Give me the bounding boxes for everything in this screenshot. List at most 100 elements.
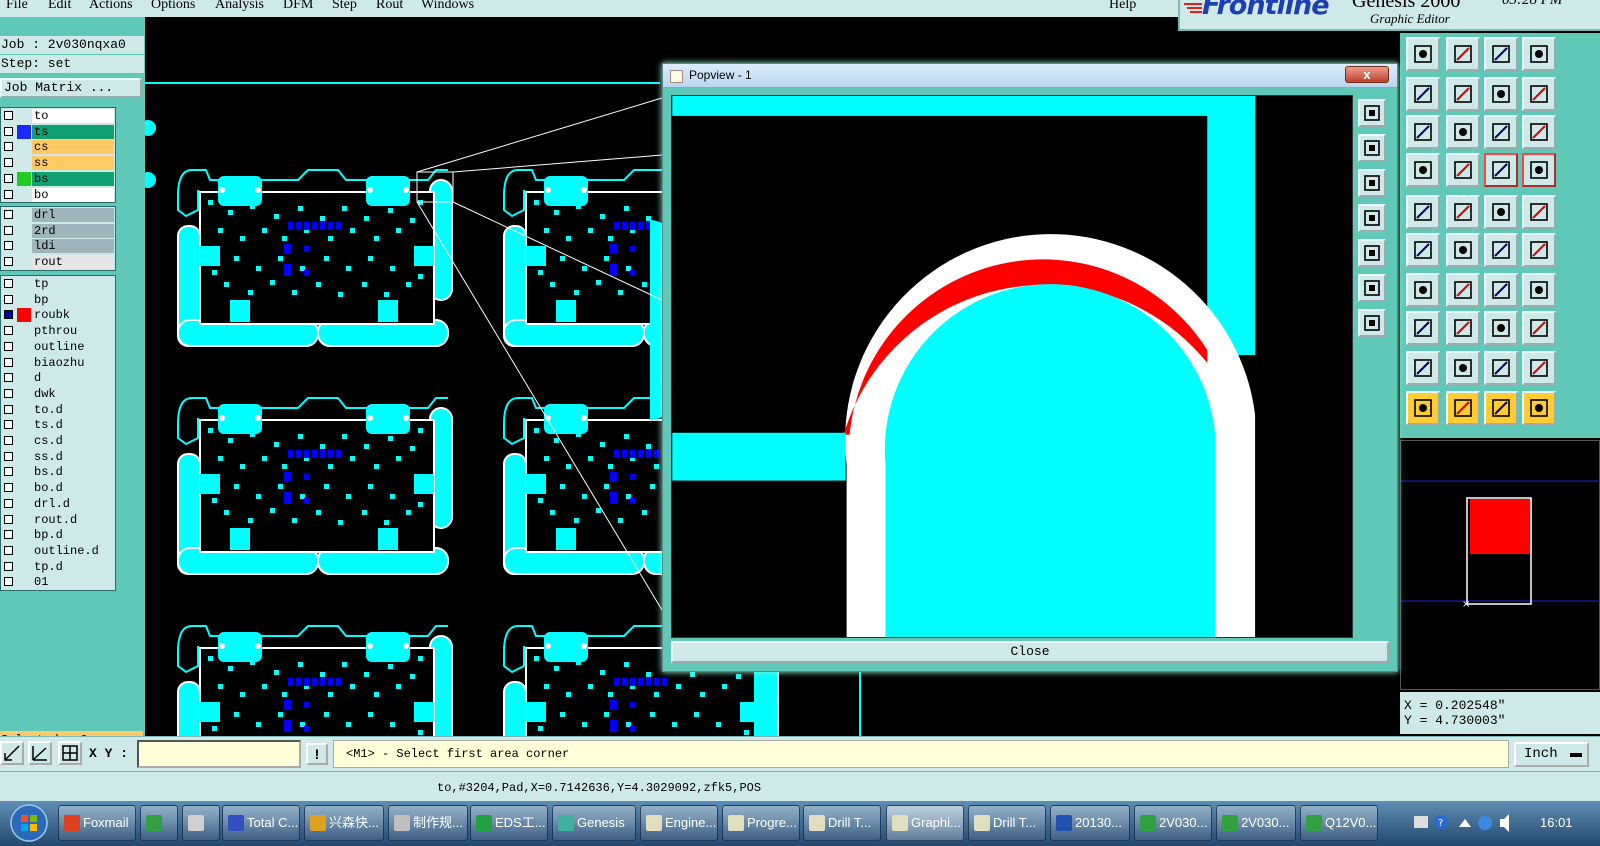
- home-icon[interactable]: [1484, 37, 1518, 71]
- popview-titlebar[interactable]: Popview - 1 x: [663, 64, 1397, 88]
- properties-icon[interactable]: [1406, 153, 1440, 187]
- warning-button[interactable]: !: [306, 743, 328, 765]
- layer-checkbox[interactable]: [4, 142, 13, 152]
- layer-row[interactable]: rout.d: [1, 512, 115, 528]
- layer-checkbox[interactable]: [4, 373, 13, 383]
- menu-actions[interactable]: Actions: [89, 0, 133, 13]
- layer-row[interactable]: bs: [1, 171, 115, 187]
- taskbar-item[interactable]: [140, 805, 178, 841]
- layer-row[interactable]: cs.d: [1, 433, 115, 449]
- layer-name[interactable]: to.d: [32, 402, 114, 417]
- layer-checkbox[interactable]: [4, 257, 13, 267]
- layer-name[interactable]: to: [32, 109, 114, 123]
- snap-icon[interactable]: [1484, 153, 1518, 187]
- layer-row[interactable]: dwk: [1, 386, 115, 402]
- measure-icon[interactable]: [28, 741, 52, 765]
- popview-close-button[interactable]: Close: [671, 641, 1389, 663]
- xy-input[interactable]: [137, 740, 301, 768]
- layer-name[interactable]: drl: [32, 208, 114, 222]
- layer-checkbox[interactable]: [4, 158, 13, 168]
- layer-row[interactable]: bp.d: [1, 527, 115, 543]
- layer-checkbox[interactable]: [4, 326, 13, 336]
- zoom-in-icon[interactable]: [1358, 99, 1386, 127]
- layer-name[interactable]: rout.d: [32, 512, 114, 527]
- layer-checkbox[interactable]: [4, 530, 13, 540]
- triangle-alt-icon[interactable]: [1446, 351, 1480, 385]
- layer-name[interactable]: ts: [32, 124, 114, 139]
- select-icon[interactable]: [1406, 391, 1440, 425]
- layer-row[interactable]: bo.d: [1, 480, 115, 496]
- pan-down-icon[interactable]: [1358, 169, 1386, 197]
- taskbar-item[interactable]: Total C...: [222, 805, 300, 841]
- layer-name[interactable]: 2rd: [32, 223, 114, 238]
- popview-zoom-view[interactable]: [671, 95, 1353, 638]
- menu-windows[interactable]: Windows: [421, 0, 474, 13]
- layer-checkbox[interactable]: [4, 310, 13, 320]
- layer-row[interactable]: ts.d: [1, 417, 115, 433]
- zoom-fit-icon[interactable]: [1406, 115, 1440, 149]
- layer-row[interactable]: ldi: [1, 238, 115, 254]
- layer-name[interactable]: rout: [32, 255, 114, 270]
- line-select-icon[interactable]: [1446, 311, 1480, 345]
- taskbar-item[interactable]: Engine...: [640, 805, 718, 841]
- layer-color-swatch[interactable]: [17, 434, 31, 448]
- measure-box-icon[interactable]: [1484, 311, 1518, 345]
- taskbar-item[interactable]: Foxmail: [58, 805, 136, 841]
- layer-name[interactable]: bp: [32, 292, 114, 307]
- layer-row[interactable]: to: [1, 108, 115, 124]
- layer-name[interactable]: cs.d: [32, 434, 114, 448]
- layer-row[interactable]: 2rd: [1, 223, 115, 239]
- layer-color-swatch[interactable]: [17, 208, 31, 222]
- pan-right-icon[interactable]: [1358, 239, 1386, 267]
- help-icon[interactable]: [1522, 115, 1556, 149]
- layer-color-swatch[interactable]: [17, 187, 31, 202]
- pan-left-icon[interactable]: [1358, 204, 1386, 232]
- layer-name[interactable]: roubk: [32, 308, 114, 323]
- menu-help[interactable]: Help: [1109, 0, 1136, 13]
- layer-color-swatch[interactable]: [17, 124, 31, 139]
- layer-name[interactable]: bo: [32, 187, 114, 202]
- pad-icon[interactable]: [1406, 195, 1440, 229]
- move-right-icon[interactable]: [1446, 77, 1480, 111]
- taskbar-item[interactable]: EDS工...: [470, 805, 548, 841]
- layer-checkbox[interactable]: [4, 279, 13, 288]
- menu-dfm[interactable]: DFM: [283, 0, 313, 13]
- layer-row[interactable]: drl: [1, 207, 115, 223]
- layer-color-swatch[interactable]: [17, 386, 31, 401]
- shape-icon[interactable]: [1522, 311, 1556, 345]
- zoom-center-icon[interactable]: [1446, 115, 1480, 149]
- center-icon[interactable]: [1358, 309, 1386, 337]
- triangle-wide-icon[interactable]: [1522, 351, 1556, 385]
- window-close-button[interactable]: x: [1345, 66, 1389, 83]
- open-step-icon[interactable]: [1406, 37, 1440, 71]
- triangle-icon[interactable]: [1406, 351, 1440, 385]
- split-icon[interactable]: [1522, 273, 1556, 307]
- layer-color-swatch[interactable]: [17, 496, 31, 511]
- layer-color-swatch[interactable]: [17, 140, 31, 155]
- zoom-out-icon[interactable]: [1358, 134, 1386, 162]
- menu-analysis[interactable]: Analysis: [215, 0, 264, 13]
- layer-name[interactable]: biaozhu: [32, 355, 114, 370]
- layer-checkbox[interactable]: [4, 111, 13, 120]
- layer-row[interactable]: ss.d: [1, 449, 115, 465]
- taskbar-item[interactable]: 20130...: [1050, 805, 1130, 841]
- taskbar-item[interactable]: 兴森快...: [304, 805, 384, 841]
- taskbar-item[interactable]: Drill T...: [968, 805, 1046, 841]
- layer-checkbox[interactable]: [4, 545, 13, 555]
- layer-row[interactable]: outline: [1, 339, 115, 355]
- layer-name[interactable]: bp.d: [32, 528, 114, 543]
- fit-icon[interactable]: [1358, 274, 1386, 302]
- layer-checkbox[interactable]: [4, 388, 13, 398]
- grid-icon[interactable]: [1446, 153, 1480, 187]
- taskbar-item[interactable]: 2V030...: [1134, 805, 1212, 841]
- layer-checkbox[interactable]: [4, 436, 13, 445]
- layer-row[interactable]: tp.d: [1, 559, 115, 575]
- layer-color-swatch[interactable]: [17, 324, 31, 339]
- move-left-icon[interactable]: [1406, 77, 1440, 111]
- layer-name[interactable]: outline.d: [32, 543, 114, 558]
- layer-color-swatch[interactable]: [17, 156, 31, 171]
- layer-checkbox[interactable]: [4, 341, 13, 351]
- rotate-icon[interactable]: [1484, 273, 1518, 307]
- layer-row[interactable]: bo: [1, 187, 115, 203]
- layer-name[interactable]: bs.d: [32, 465, 114, 480]
